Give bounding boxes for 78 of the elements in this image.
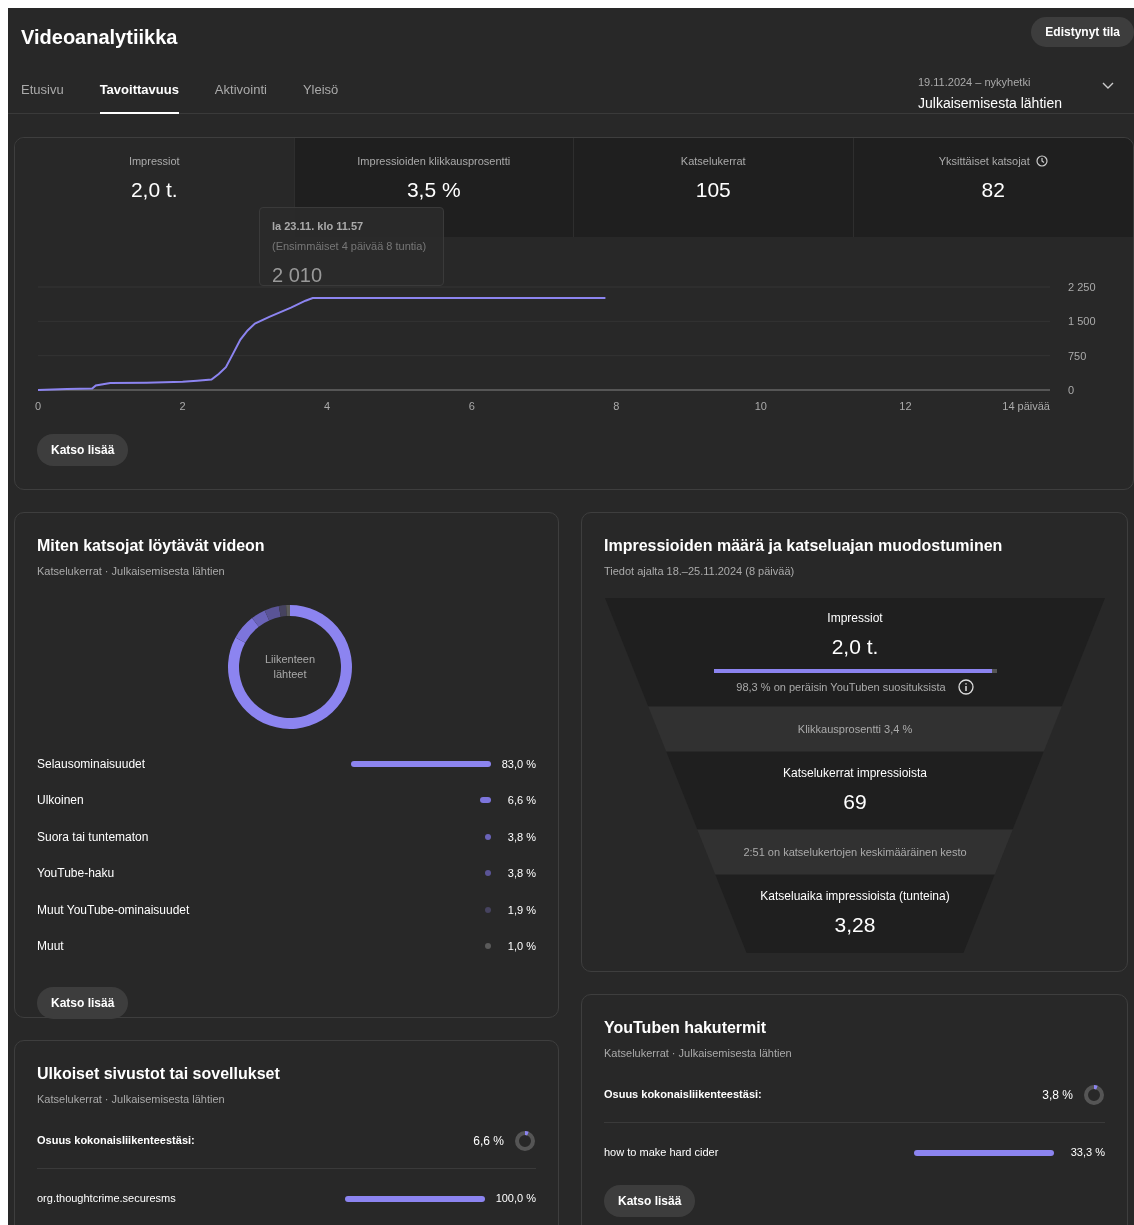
source-label: Muut YouTube-ominaisuudet <box>37 901 191 919</box>
metric-value: 82 <box>981 176 1005 203</box>
metric-tab[interactable]: Yksittäiset katsojat 82 <box>853 138 1133 237</box>
metric-label: Katselukerrat <box>680 154 746 169</box>
funnel-value: 3,28 <box>834 912 876 939</box>
metric-tab[interactable]: Katselukerrat 105 <box>574 138 854 237</box>
card-subtitle: Katselukerrat · Julkaisemisesta lähtien <box>37 564 226 579</box>
share-ring-icon <box>514 1129 536 1152</box>
tab[interactable]: Etusivu <box>21 80 64 114</box>
y-axis-label: 0 <box>1068 384 1075 396</box>
x-axis-label: 10 <box>754 400 767 412</box>
metric-label: Impressiot <box>128 154 180 169</box>
see-more-button[interactable]: Katso lisää <box>37 986 129 1019</box>
date-range-selector[interactable]: 19.11.2024 – nykyhetki Julkaisemisesta lähtien <box>918 74 1126 114</box>
see-more-button[interactable]: Katso lisää <box>37 434 129 466</box>
percentage-value: 3,8 % <box>506 829 536 845</box>
tooltip-value: 2 010 <box>272 263 324 288</box>
funnel-rate: 2:51 on katselukertojen keskimääräinen kesto <box>743 844 967 860</box>
percentage-value: 6,6 % <box>506 793 536 808</box>
page-title: Videoanalytiikka <box>21 25 178 50</box>
funnel-value: 69 <box>843 788 867 815</box>
share-ring-icon <box>1083 1083 1105 1106</box>
share-value: 3,8 % <box>1042 1086 1073 1104</box>
tab[interactable]: Tavoittavuus <box>99 80 179 114</box>
metric-value: 3,5 % <box>406 176 461 203</box>
tab[interactable]: Yleisö <box>302 80 339 114</box>
x-axis-label: 12 <box>899 400 912 412</box>
funnel-value: 2,0 t. <box>831 634 879 660</box>
source-label: Muut <box>37 938 65 956</box>
x-axis-label: 8 <box>613 400 620 412</box>
row-label: how to make hard cider <box>604 1145 720 1161</box>
card-subtitle: Katselukerrat · Julkaisemisesta lähtien <box>37 1092 226 1107</box>
share-label: Osuus kokonaisliikenteestäsi: <box>37 1133 196 1149</box>
percentage-value: 3,8 % <box>506 866 536 881</box>
card-subtitle: Tiedot ajalta 18.–25.11.2024 (8 päivää) <box>604 564 796 579</box>
percentage-value: 1,0 % <box>506 939 536 954</box>
x-axis-label: 0 <box>34 400 42 412</box>
x-axis-label: 2 <box>179 400 186 412</box>
funnel-label: Impressiot <box>827 610 883 627</box>
x-axis-label: 6 <box>468 400 475 412</box>
tab[interactable]: Aktivointi <box>214 80 267 114</box>
tooltip-period: (Ensimmäiset 4 päivää 8 tuntia) <box>272 238 428 254</box>
card-title: Miten katsojat löytävät videon <box>37 536 266 556</box>
funnel-label: Katseluaika impressioista (tunteina) <box>760 888 950 906</box>
percentage-value: 33,3 % <box>1069 1145 1105 1161</box>
y-axis-label: 2 250 <box>1068 281 1096 293</box>
percentage-value: 83,0 % <box>500 756 536 772</box>
date-range-label: Julkaisemisesta lähtien <box>918 93 1062 113</box>
funnel-note: 98,3 % on peräisin YouTuben suosituksista <box>736 679 946 695</box>
funnel-rate: Klikkausprosentti 3,4 % <box>797 721 913 737</box>
card-title: Ulkoiset sivustot tai sovellukset <box>37 1064 281 1084</box>
source-label: Suora tai tuntematon <box>37 828 150 846</box>
metric-value: 2,0 t. <box>130 176 178 203</box>
date-range-text: 19.11.2024 – nykyhetki <box>918 75 1032 90</box>
share-label: Osuus kokonaisliikenteestäsi: <box>604 1087 763 1103</box>
chevron-down-icon <box>1101 82 1114 90</box>
metric-value: 105 <box>695 176 731 203</box>
card-subtitle: Katselukerrat · Julkaisemisesta lähtien <box>604 1046 793 1061</box>
info-icon[interactable] <box>957 678 974 695</box>
card-title: Impressioiden määrä ja katseluajan muodostuminen <box>604 536 1004 556</box>
donut-center-label: Liikenteen lähteet <box>263 651 317 682</box>
percentage-value: 100,0 % <box>494 1191 536 1207</box>
source-label: YouTube-haku <box>37 865 116 883</box>
advanced-mode-button[interactable]: Edistynyt tila <box>1031 17 1134 47</box>
metric-label: Yksittäiset katsojat <box>938 154 1030 169</box>
card-title: YouTuben hakutermit <box>604 1018 768 1038</box>
percentage-value: 1,9 % <box>506 902 536 918</box>
x-axis-label: 4 <box>324 400 331 412</box>
metric-label: Impressioiden klikkausprosentti <box>357 154 511 169</box>
share-value: 6,6 % <box>473 1132 504 1150</box>
row-label: org.thoughtcrime.securesms <box>37 1191 177 1207</box>
funnel-label: Katselukerrat impressioista <box>782 764 928 782</box>
source-label: Ulkoinen <box>37 792 85 810</box>
see-more-button[interactable]: Katso lisää <box>604 1184 696 1217</box>
y-axis-label: 750 <box>1068 349 1087 362</box>
y-axis-label: 1 500 <box>1068 315 1096 328</box>
source-label: Selausominaisuudet <box>37 755 147 773</box>
x-axis-label: 14 päivää <box>1002 400 1050 412</box>
